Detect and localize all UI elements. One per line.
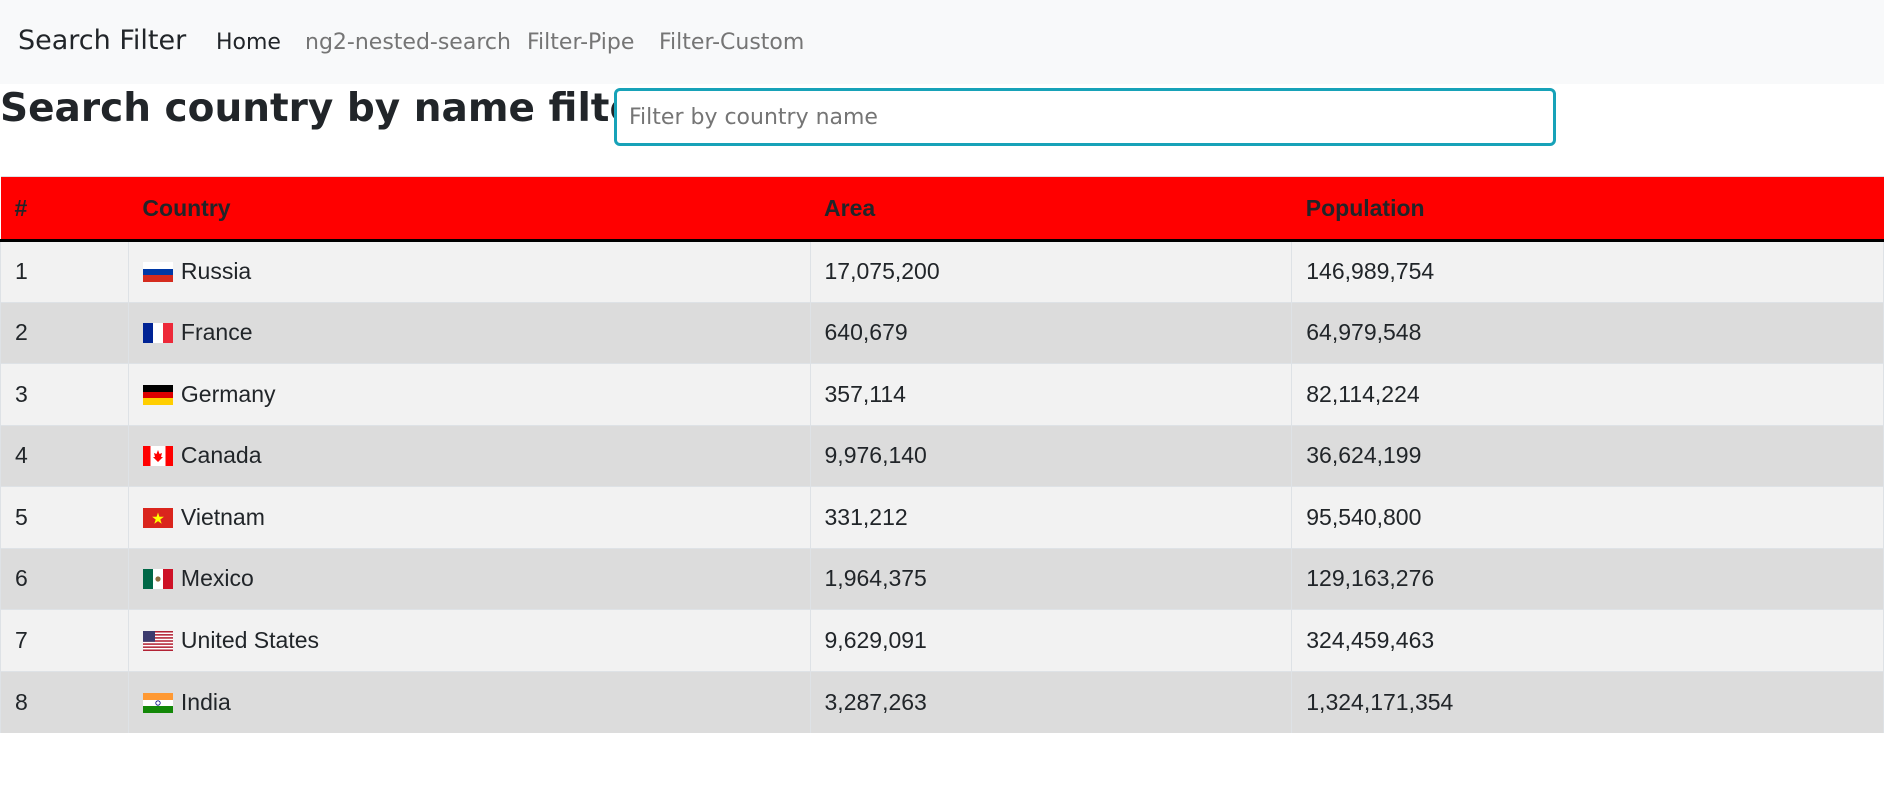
- table-header-row: # Country Area Population: [0, 176, 1884, 242]
- india-flag-icon: [142, 692, 173, 713]
- population-cell: 36,624,199: [1291, 424, 1884, 487]
- united-states-flag-icon: [142, 630, 173, 651]
- country-name: Vietnam: [180, 503, 265, 530]
- russia-flag-icon: [142, 262, 173, 283]
- table-row[interactable]: 8 India 3,287,263 1,324,171,354: [0, 670, 1884, 733]
- navbar: Search Filter Home ng2-nested-search Fil…: [0, 0, 1884, 84]
- table-row[interactable]: 6 Mexico 1,964,375 129,163,276: [0, 547, 1884, 610]
- column-header-area[interactable]: Area: [810, 176, 1292, 242]
- country-cell: France: [127, 301, 811, 364]
- country-name: United States: [180, 626, 320, 653]
- table-row[interactable]: 1 Russia 17,075,200 146,989,754: [0, 240, 1884, 302]
- column-header-number[interactable]: #: [0, 176, 129, 242]
- germany-flag-icon: [142, 384, 173, 405]
- country-name: Mexico: [180, 565, 254, 592]
- population-cell: 82,114,224: [1291, 363, 1884, 425]
- canada-flag-icon: [142, 446, 173, 467]
- country-name: Russia: [180, 258, 252, 285]
- population-cell: 129,163,276: [1291, 547, 1884, 610]
- country-cell: Canada: [127, 424, 811, 487]
- countries-table: # Country Area Population 1 Russia 17,07…: [0, 176, 1884, 733]
- population-cell: 324,459,463: [1291, 609, 1884, 671]
- area-cell: 9,976,140: [809, 424, 1292, 487]
- area-cell: 17,075,200: [809, 240, 1292, 302]
- row-number: 2: [0, 301, 129, 364]
- row-number: 8: [0, 670, 129, 733]
- area-cell: 1,964,375: [809, 547, 1292, 610]
- country-cell: United States: [127, 609, 811, 671]
- population-cell: 64,979,548: [1291, 301, 1884, 364]
- population-cell: 1,324,171,354: [1291, 670, 1884, 733]
- population-cell: 95,540,800: [1291, 486, 1884, 548]
- column-header-population[interactable]: Population: [1291, 176, 1884, 242]
- population-cell: 146,989,754: [1291, 240, 1884, 302]
- country-cell: India: [127, 670, 811, 733]
- area-cell: 331,212: [809, 486, 1292, 548]
- area-cell: 9,629,091: [809, 609, 1292, 671]
- area-cell: 3,287,263: [809, 670, 1292, 733]
- country-name: France: [180, 319, 253, 346]
- country-name: India: [180, 688, 231, 715]
- row-number: 7: [0, 609, 129, 671]
- mexico-flag-icon: [142, 569, 173, 590]
- france-flag-icon: [142, 323, 173, 344]
- row-number: 3: [0, 363, 129, 425]
- country-filter-input[interactable]: [614, 88, 1556, 146]
- navbar-brand[interactable]: Search Filter: [18, 25, 186, 56]
- search-title: Search country by name filter :: [0, 86, 685, 131]
- table-row[interactable]: 7 United States 9,629,091 324,459,463: [0, 609, 1884, 671]
- country-cell: Vietnam: [127, 486, 811, 548]
- table-row[interactable]: 2 France 640,679 64,979,548: [0, 301, 1884, 364]
- row-number: 5: [0, 486, 129, 548]
- nav-link-filter-pipe[interactable]: Filter-Pipe: [527, 30, 634, 55]
- nav-link-filter-custom[interactable]: Filter-Custom: [659, 30, 804, 55]
- table-row[interactable]: 3 Germany 357,114 82,114,224: [0, 363, 1884, 425]
- country-cell: Germany: [127, 363, 811, 425]
- table-row[interactable]: 5 Vietnam 331,212 95,540,800: [0, 486, 1884, 548]
- row-number: 1: [0, 240, 129, 302]
- country-name: Canada: [180, 442, 262, 469]
- table-row[interactable]: 4 Canada 9,976,140 36,624,199: [0, 424, 1884, 487]
- area-cell: 357,114: [809, 363, 1292, 425]
- vietnam-flag-icon: [142, 507, 173, 528]
- nav-link-home[interactable]: Home: [216, 30, 281, 55]
- country-cell: Russia: [127, 240, 811, 302]
- row-number: 6: [0, 547, 129, 610]
- row-number: 4: [0, 424, 129, 487]
- nav-link-ng2-nested-search[interactable]: ng2-nested-search: [305, 30, 511, 55]
- country-cell: Mexico: [127, 547, 811, 610]
- area-cell: 640,679: [809, 301, 1292, 364]
- country-name: Germany: [180, 380, 276, 407]
- column-header-country[interactable]: Country: [128, 176, 811, 242]
